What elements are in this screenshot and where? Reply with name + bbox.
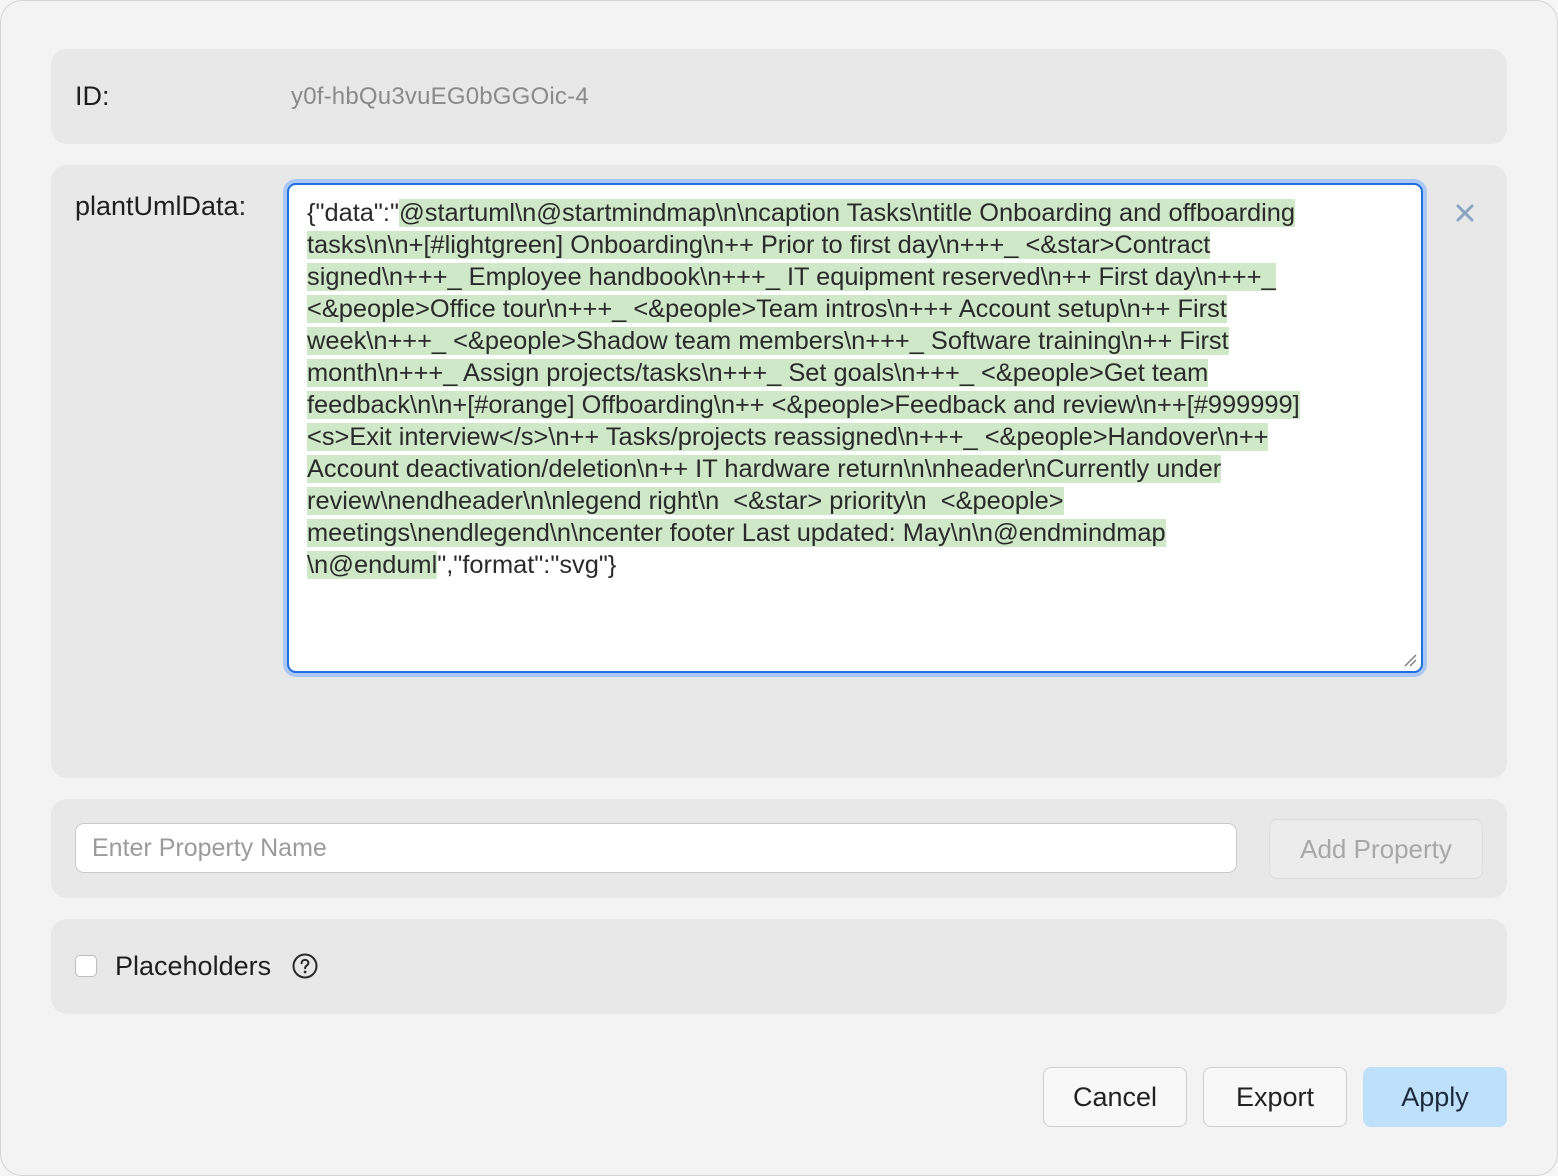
textarea-line: signed\n+++_ Employee handbook\n+++_ IT … [307,261,1403,293]
placeholders-label: Placeholders [115,951,272,981]
textarea-text-plain: {"data":" [307,199,399,227]
textarea-text-selected: review\nendheader\n\nlegend right\n <&st… [307,487,1064,515]
textarea-line: \n@enduml","format":"svg"} [307,549,1403,581]
textarea-text-selected: <&people>Office tour\n+++_ <&people>Team… [307,295,1227,323]
add-property-button[interactable]: Add Property [1269,819,1483,879]
plantuml-data-label: plantUmlData: [75,191,247,221]
textarea-text-selected: tasks\n\n+[#lightgreen] Onboarding\n++ P… [307,231,1211,259]
textarea-text-selected: signed\n+++_ Employee handbook\n+++_ IT … [307,263,1276,291]
textarea-line: review\nendheader\n\nlegend right\n <&st… [307,485,1403,517]
property-name-input[interactable] [75,823,1237,873]
textarea-text-plain: ","format":"svg"} [437,551,617,579]
textarea-line: Account deactivation/deletion\n++ IT har… [307,453,1403,485]
textarea-line: <&people>Office tour\n+++_ <&people>Team… [307,293,1403,325]
cancel-button[interactable]: Cancel [1043,1067,1187,1127]
textarea-text-selected: <s>Exit interview</s>\n++ Tasks/projects… [307,423,1269,451]
textarea-line: feedback\n\n+[#orange] Offboarding\n++ <… [307,389,1403,421]
plantuml-data-textarea[interactable]: {"data":"@startuml\n@startmindmap\n\ncap… [287,183,1423,673]
id-label: ID: [75,81,110,111]
export-button[interactable]: Export [1203,1067,1347,1127]
textarea-text-selected: week\n+++_ <&people>Shadow team members\… [307,327,1229,355]
id-row: ID: y0f-hbQu3vuEG0bGGOic-4 [51,49,1507,144]
placeholders-row: Placeholders [51,919,1507,1014]
textarea-text-selected: @startuml\n@startmindmap\n\ncaption Task… [399,199,1296,227]
textarea-line: <s>Exit interview</s>\n++ Tasks/projects… [307,421,1403,453]
resize-grip-icon[interactable] [1403,653,1417,667]
apply-button[interactable]: Apply [1363,1067,1507,1127]
placeholders-checkbox[interactable] [75,955,97,977]
textarea-line: month\n+++_ Assign projects/tasks\n+++_ … [307,357,1403,389]
textarea-text-selected: Account deactivation/deletion\n++ IT har… [307,455,1222,483]
id-value: y0f-hbQu3vuEG0bGGOic-4 [291,83,589,110]
textarea-text-selected: meetings\nendlegend\n\ncenter footer Las… [307,519,1166,547]
plantuml-data-text[interactable]: {"data":"@startuml\n@startmindmap\n\ncap… [307,197,1403,581]
textarea-text-selected: \n@enduml [307,551,438,579]
textarea-line: week\n+++_ <&people>Shadow team members\… [307,325,1403,357]
plantuml-data-row: plantUmlData: {"data":"@startuml\n@start… [51,165,1507,778]
question-circle-icon[interactable] [292,953,318,979]
add-property-row: Add Property [51,799,1507,898]
close-icon[interactable] [1453,201,1477,225]
textarea-line: {"data":"@startuml\n@startmindmap\n\ncap… [307,197,1403,229]
properties-dialog: ID: y0f-hbQu3vuEG0bGGOic-4 plantUmlData:… [0,0,1558,1176]
textarea-line: meetings\nendlegend\n\ncenter footer Las… [307,517,1403,549]
textarea-line: tasks\n\n+[#lightgreen] Onboarding\n++ P… [307,229,1403,261]
textarea-text-selected: feedback\n\n+[#orange] Offboarding\n++ <… [307,391,1300,419]
textarea-text-selected: month\n+++_ Assign projects/tasks\n+++_ … [307,359,1209,387]
